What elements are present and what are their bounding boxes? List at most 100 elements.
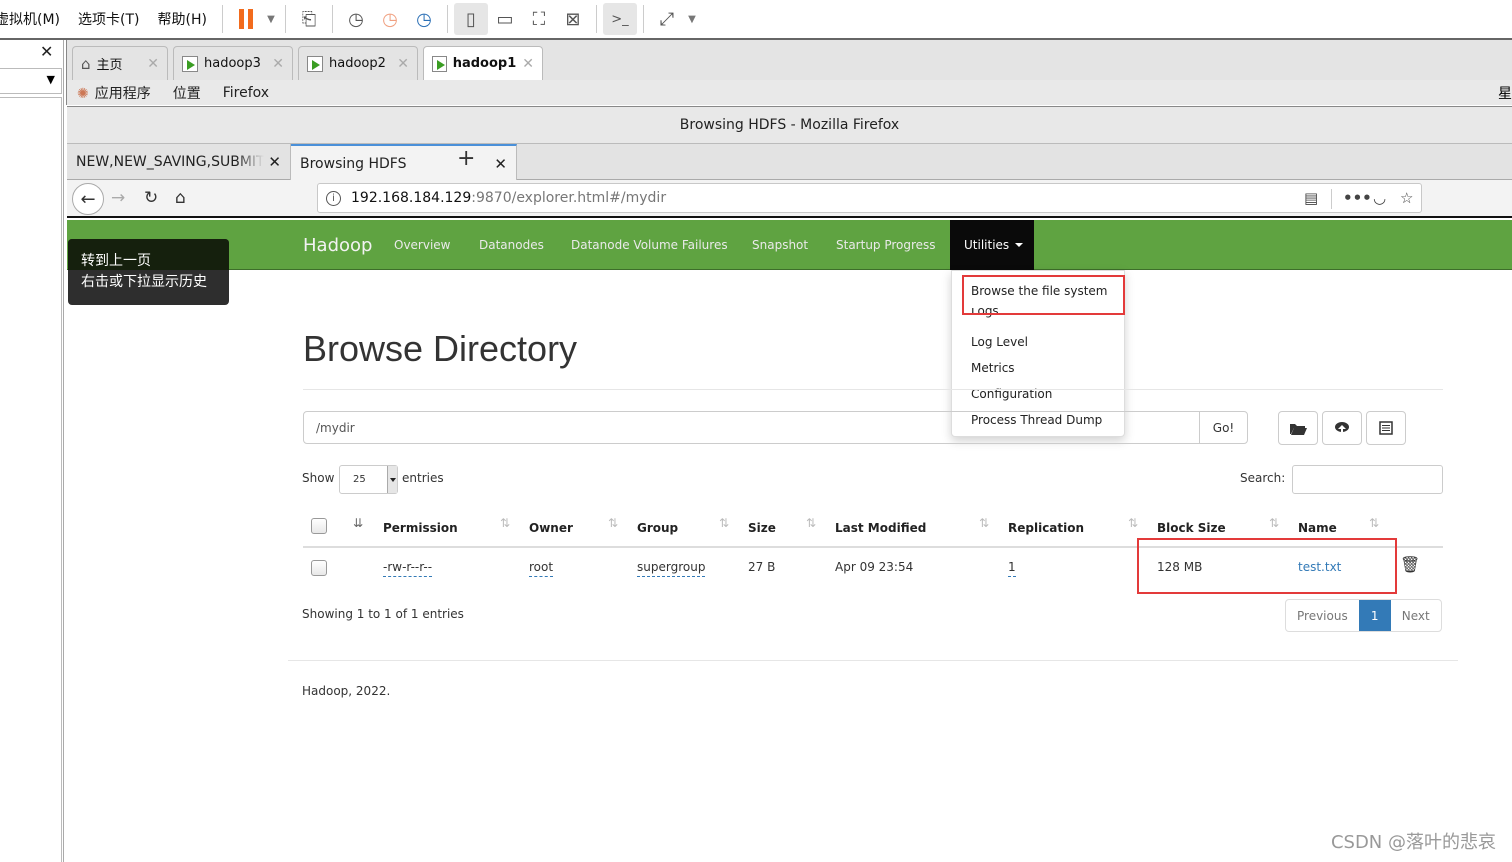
previous-page-button[interactable]: Previous — [1286, 600, 1359, 631]
cell-replication[interactable]: 1 — [1008, 560, 1016, 577]
cell-group[interactable]: supergroup — [637, 560, 706, 577]
forward-button[interactable]: → — [111, 188, 125, 208]
column-header-size[interactable]: Size — [748, 521, 776, 535]
unity-icon[interactable]: ⊠ — [556, 3, 590, 35]
nav-snapshot[interactable]: Snapshot — [752, 238, 808, 252]
column-header-replication[interactable]: Replication — [1008, 521, 1084, 535]
snapshot-manager-icon[interactable]: ◷ — [407, 3, 441, 35]
fullscreen-icon[interactable]: ⛶ — [522, 3, 556, 35]
nav-utilities-dropdown[interactable]: Utilities — [950, 220, 1034, 270]
revert-snapshot-icon[interactable]: ◷ — [373, 3, 407, 35]
nav-startup-progress[interactable]: Startup Progress — [836, 238, 936, 252]
sort-icon[interactable]: ⇅ — [1128, 516, 1138, 530]
dropdown-caret-icon[interactable]: ▼ — [263, 3, 279, 35]
create-directory-button[interactable] — [1278, 411, 1318, 445]
cell-permission[interactable]: -rw-r--r-- — [383, 560, 433, 577]
menu-item-metrics[interactable]: Metrics — [971, 361, 1015, 375]
select-value: 25 — [353, 474, 366, 485]
next-page-button[interactable]: Next — [1391, 600, 1441, 631]
vm-menu-machine[interactable]: 虚拟机(M) — [0, 9, 69, 29]
go-button[interactable]: Go! — [1199, 412, 1247, 443]
column-header-group[interactable]: Group — [637, 521, 678, 535]
column-header-last-modified[interactable]: Last Modified — [835, 521, 926, 535]
home-button[interactable]: ⌂ — [175, 188, 186, 208]
chevron-down-icon: ▼ — [46, 73, 55, 86]
page-title: Browse Directory — [303, 328, 578, 369]
thumbnail-view-icon[interactable]: ▭ — [488, 3, 522, 35]
stretch-icon[interactable]: ⤢ — [650, 3, 684, 35]
column-header-block-size[interactable]: Block Size — [1157, 521, 1226, 535]
nav-datanode-volume-failures[interactable]: Datanode Volume Failures — [571, 238, 728, 252]
browser-tab-browsing-hdfs[interactable]: Browsing HDFS ✕ — [291, 144, 517, 181]
cloud-upload-icon — [1335, 422, 1349, 434]
hadoop-brand[interactable]: Hadoop — [303, 235, 372, 256]
pause-icon[interactable] — [229, 3, 263, 35]
sort-icon[interactable]: ⇅ — [608, 516, 618, 530]
column-header-name[interactable]: Name — [1298, 521, 1337, 535]
close-icon[interactable]: ✕ — [494, 155, 507, 173]
vm-tab-hadoop3[interactable]: hadoop3 ✕ — [173, 46, 293, 80]
vm-tab-home[interactable]: ⌂ 主页 ✕ — [72, 46, 168, 80]
sort-icon[interactable]: ⇅ — [500, 516, 510, 530]
vm-menu-help[interactable]: 帮助(H) — [149, 9, 216, 29]
divider — [303, 389, 1443, 390]
nav-overview[interactable]: Overview — [394, 238, 451, 252]
vm-tab-hadoop1[interactable]: hadoop1 ✕ — [423, 46, 543, 80]
entries-label: entries — [402, 471, 444, 485]
menu-item-log-level[interactable]: Log Level — [971, 335, 1028, 349]
sort-icon[interactable]: ⇅ — [979, 516, 989, 530]
sort-icon[interactable]: ⇊ — [353, 516, 363, 530]
back-button[interactable]: ← — [72, 183, 104, 215]
dropdown-caret-icon[interactable]: ▼ — [684, 3, 700, 35]
sidebar-view-icon[interactable]: ▯ — [453, 3, 488, 35]
vm-tab-hadoop2[interactable]: hadoop2 ✕ — [298, 46, 418, 80]
gnome-firefox-menu[interactable]: Firefox — [223, 85, 269, 101]
bookmark-star-icon[interactable]: ☆ — [1400, 189, 1413, 207]
cell-owner[interactable]: root — [529, 560, 554, 577]
column-header-permission[interactable]: Permission — [383, 521, 458, 535]
sort-icon[interactable]: ⇅ — [1269, 516, 1279, 530]
vm-toolbar: 虚拟机(M) 选项卡(T) 帮助(H) ▼ ⎗ ◷ ◷ ◷ ▯ ▭ ⛶ ⊠ >_… — [0, 0, 1512, 40]
library-dropdown[interactable]: ▼ — [0, 68, 62, 94]
tab-label: hadoop2 — [329, 56, 386, 71]
tab-label: hadoop1 — [452, 56, 517, 71]
upload-button[interactable] — [1322, 411, 1362, 445]
more-actions-icon[interactable]: ••• — [1343, 189, 1372, 207]
info-icon[interactable]: i — [326, 190, 341, 206]
close-icon[interactable]: ✕ — [397, 56, 409, 72]
snapshot-icon[interactable]: ◷ — [339, 3, 373, 35]
console-icon[interactable]: >_ — [602, 3, 637, 35]
trash-icon[interactable]: 🗑 — [1400, 555, 1420, 574]
sort-icon[interactable]: ⇅ — [1369, 516, 1379, 530]
nav-datanodes[interactable]: Datanodes — [479, 238, 544, 252]
close-icon[interactable]: ✕ — [522, 56, 534, 72]
page-1-button[interactable]: 1 — [1358, 600, 1391, 631]
url-bar[interactable]: i 192.168.184.129:9870/explorer.html#/my… — [317, 183, 1422, 213]
cut-paste-button[interactable] — [1366, 411, 1406, 445]
directory-path-input[interactable] — [304, 412, 1199, 443]
browser-tab-applications[interactable]: NEW,NEW_SAVING,SUBMITTED ✕ — [67, 144, 291, 180]
new-tab-button[interactable]: + — [457, 146, 475, 171]
row-checkbox[interactable] — [311, 560, 327, 576]
gnome-applications-menu[interactable]: ✺ 应用程序 — [77, 83, 151, 103]
sort-icon[interactable]: ⇅ — [806, 516, 816, 530]
column-header-owner[interactable]: Owner — [529, 521, 573, 535]
close-icon[interactable]: ✕ — [272, 56, 284, 72]
vm-menu-tabs[interactable]: 选项卡(T) — [69, 9, 148, 29]
close-icon[interactable]: ✕ — [40, 42, 53, 61]
entries-per-page-select[interactable]: 25 — [339, 465, 398, 494]
send-keys-icon[interactable]: ⎗ — [292, 3, 326, 35]
reload-button[interactable]: ↻ — [144, 188, 158, 208]
sort-icon[interactable]: ⇅ — [719, 516, 729, 530]
page-footer: Hadoop, 2022. — [302, 684, 391, 698]
reader-view-icon[interactable]: ▤ — [1304, 189, 1318, 207]
gnome-places-menu[interactable]: 位置 — [173, 83, 201, 103]
pocket-icon[interactable]: ◡ — [1373, 189, 1386, 207]
close-icon[interactable]: ✕ — [147, 56, 159, 72]
search-input[interactable] — [1292, 465, 1443, 494]
close-icon[interactable]: ✕ — [268, 153, 281, 171]
gnome-top-bar: ✺ 应用程序 位置 Firefox — [66, 80, 1512, 105]
gnome-clock[interactable]: 星 — [1498, 83, 1512, 103]
select-all-checkbox[interactable] — [311, 518, 327, 534]
annotation-highlight-box — [1137, 538, 1397, 594]
